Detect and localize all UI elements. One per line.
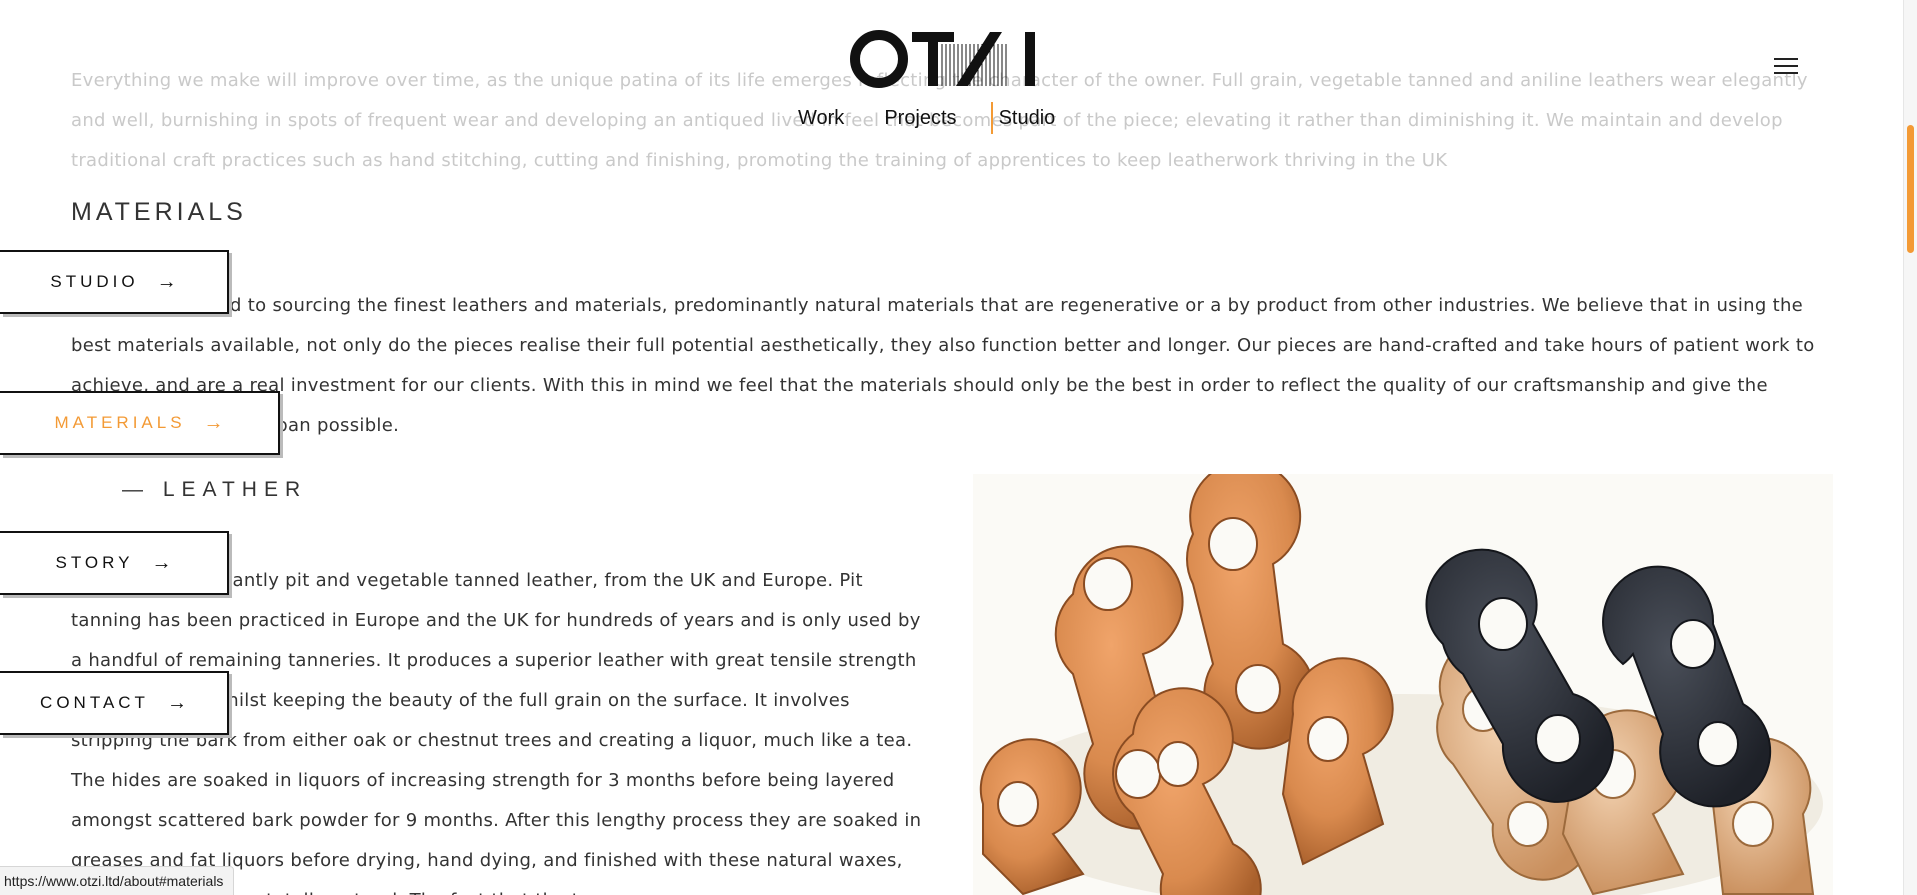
top-nav: Work Projects Studio <box>798 100 1095 136</box>
right-arrow-icon: → <box>166 691 187 714</box>
hamburger-line <box>1774 65 1798 67</box>
scrollbar-thumb[interactable] <box>1907 125 1914 253</box>
nav-link-studio[interactable]: Studio <box>999 107 1056 130</box>
materials-heading: MATERIALS <box>71 198 247 226</box>
status-bar-url: https://www.otzi.ltd/about#materials <box>0 866 235 895</box>
side-nav-label: CONTACT <box>40 693 149 712</box>
right-arrow-icon: → <box>203 411 224 434</box>
materials-paragraph: We are committed to sourcing the finest … <box>71 295 1815 436</box>
leather-chain-photo <box>973 474 1833 895</box>
side-nav-label: STUDIO <box>50 272 139 291</box>
hamburger-menu-icon[interactable] <box>1774 58 1798 76</box>
leather-chain-illustration <box>973 474 1833 895</box>
nav-link-projects[interactable]: Projects <box>884 107 956 130</box>
hamburger-line <box>1774 58 1798 60</box>
side-nav-label: MATERIALS <box>54 413 186 432</box>
otzi-logo[interactable] <box>850 28 1045 90</box>
right-arrow-icon: → <box>156 270 177 293</box>
side-nav-studio[interactable]: STUDIO → <box>0 250 229 314</box>
side-nav-story[interactable]: STORY → <box>0 531 229 595</box>
leather-heading: — LEATHER <box>122 478 308 501</box>
logo-graphic <box>850 30 1035 88</box>
hamburger-line <box>1774 72 1798 74</box>
side-nav-materials[interactable]: MATERIALS → <box>0 391 280 455</box>
active-nav-indicator <box>990 102 993 134</box>
nav-link-work[interactable]: Work <box>798 107 844 130</box>
page: Everything we make will improve over tim… <box>0 0 1917 895</box>
right-arrow-icon: → <box>151 551 172 574</box>
vertical-scrollbar[interactable] <box>1903 0 1917 895</box>
side-nav-label: STORY <box>55 553 134 572</box>
side-nav-contact[interactable]: CONTACT → <box>0 671 229 735</box>
